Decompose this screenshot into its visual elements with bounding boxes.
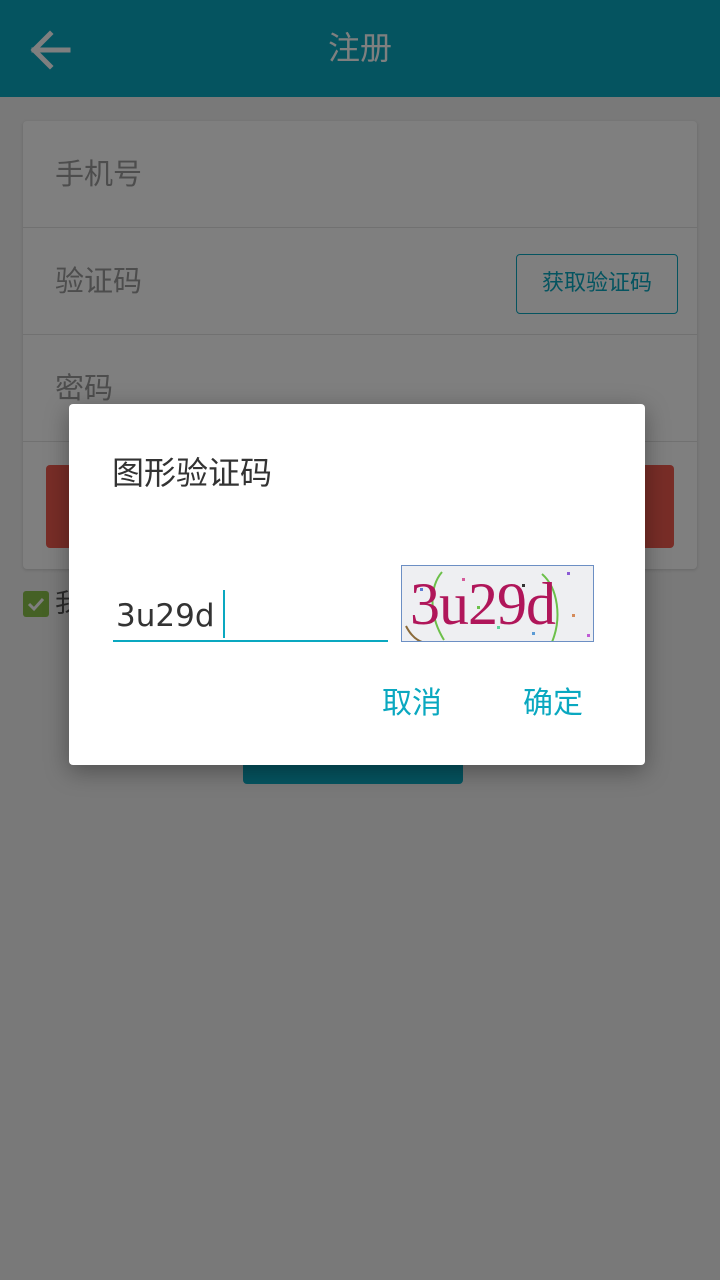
captcha-dialog: 图形验证码 3u29d 3u29d 取消 确定 (69, 404, 645, 765)
cancel-button[interactable]: 取消 (367, 669, 457, 739)
captcha-input-value: 3u29d (116, 598, 215, 634)
confirm-button[interactable]: 确定 (508, 669, 598, 739)
captcha-image[interactable]: 3u29d (401, 565, 594, 642)
text-cursor (222, 590, 225, 638)
captcha-input[interactable]: 3u29d (113, 574, 388, 642)
captcha-text: 3u29d (410, 571, 556, 637)
dialog-title: 图形验证码 (112, 454, 273, 492)
